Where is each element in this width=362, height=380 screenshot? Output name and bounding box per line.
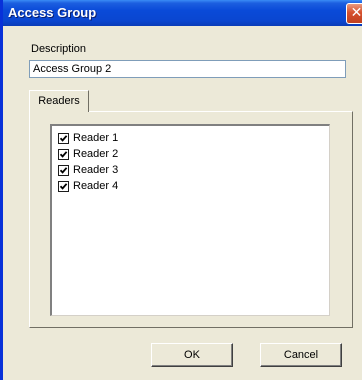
window-title: Access Group xyxy=(8,5,97,20)
checkmark-icon xyxy=(59,150,68,158)
list-item[interactable]: Reader 3 xyxy=(52,162,329,178)
reader-1-checkbox[interactable] xyxy=(58,132,69,144)
list-item[interactable]: Reader 1 xyxy=(52,130,329,146)
reader-label: Reader 2 xyxy=(73,148,119,160)
checkmark-icon xyxy=(59,166,68,174)
close-icon: ✕ xyxy=(350,5,362,21)
list-item[interactable]: Reader 2 xyxy=(52,146,329,162)
reader-label: Reader 4 xyxy=(73,180,119,192)
cancel-button[interactable]: Cancel xyxy=(260,343,342,367)
reader-3-checkbox[interactable] xyxy=(58,164,69,176)
reader-2-checkbox[interactable] xyxy=(58,148,69,160)
title-bar[interactable]: Access Group ✕ xyxy=(3,0,362,26)
readers-checklist[interactable]: Reader 1 Reader 2 Reader 3 Reader 4 xyxy=(50,124,330,316)
tab-readers[interactable]: Readers xyxy=(29,90,89,112)
ok-button[interactable]: OK xyxy=(151,343,233,367)
description-label: Description xyxy=(31,43,87,55)
reader-label: Reader 1 xyxy=(73,132,119,144)
checkmark-icon xyxy=(59,182,68,190)
list-item[interactable]: Reader 4 xyxy=(52,178,329,194)
readers-tab-panel: Reader 1 Reader 2 Reader 3 Reader 4 xyxy=(29,111,353,328)
access-group-dialog: Access Group ✕ Description Readers Reade… xyxy=(0,0,362,380)
checkmark-icon xyxy=(59,134,68,142)
reader-label: Reader 3 xyxy=(73,164,119,176)
description-input[interactable] xyxy=(29,60,346,78)
reader-4-checkbox[interactable] xyxy=(58,180,69,192)
close-button[interactable]: ✕ xyxy=(346,3,362,24)
